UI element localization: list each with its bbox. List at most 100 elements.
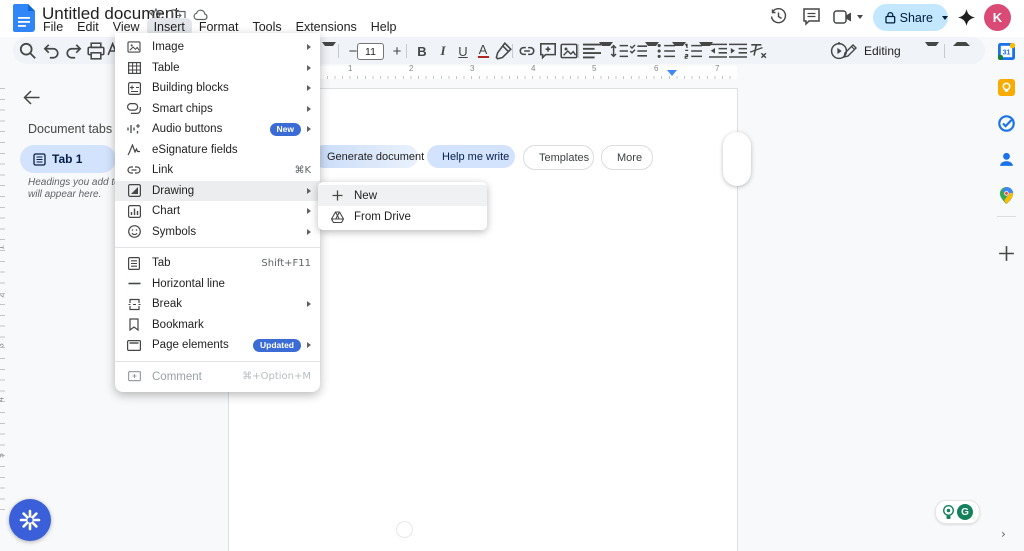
contacts-icon[interactable] [998, 151, 1015, 168]
insert-image-icon[interactable] [560, 42, 578, 60]
add-comment-icon[interactable] [539, 42, 557, 60]
google-docs-app: Untitled document File Edit View Insert … [0, 0, 1024, 551]
grammarly-widget[interactable]: G [935, 500, 980, 524]
sidebar-item-tab1[interactable]: Tab 1 [20, 145, 116, 173]
share-dropdown-caret[interactable] [942, 15, 948, 20]
maps-icon[interactable] [998, 187, 1015, 204]
explore-icon[interactable] [396, 521, 413, 538]
toolbar-divider [578, 44, 579, 58]
indent-marker[interactable] [667, 70, 677, 76]
menu-item-audio-buttons[interactable]: Audio buttons New [115, 119, 320, 140]
font-size-increase[interactable]: + [388, 42, 406, 60]
menu-item-smart-chips[interactable]: Smart chips [115, 99, 320, 120]
calendar-icon[interactable]: 31 [998, 43, 1015, 60]
menu-item-building-blocks[interactable]: Building blocks [115, 78, 320, 99]
side-panel-expand-chevron[interactable]: › [1001, 527, 1006, 541]
print-icon[interactable] [87, 42, 105, 60]
keep-icon[interactable] [998, 79, 1015, 96]
smart-chips-icon [127, 102, 141, 116]
generate-document-chip[interactable]: Generate document [312, 145, 424, 168]
ruler-number: 7 [715, 64, 720, 73]
submenu-item-from-drive[interactable]: From Drive [318, 206, 487, 227]
docs-logo-icon[interactable] [13, 4, 35, 32]
menu-item-link[interactable]: Link ⌘K [115, 160, 320, 181]
back-arrow-icon[interactable] [23, 90, 40, 105]
submenu-arrow [307, 342, 311, 349]
decrease-indent-icon[interactable] [709, 42, 727, 60]
meet-video-icon[interactable] [833, 10, 852, 24]
shortcut: Shift+F11 [261, 257, 311, 269]
menu-item-comment[interactable]: Comment ⌘+Option+M [115, 367, 320, 388]
symbols-icon [127, 225, 141, 239]
templates-chip[interactable]: Templates [523, 145, 594, 170]
menu-item-bookmark[interactable]: Bookmark [115, 315, 320, 336]
italic-button[interactable]: I [434, 42, 452, 60]
menu-help[interactable]: Help [364, 18, 404, 36]
pencil-icon [843, 44, 857, 58]
link-icon [127, 163, 141, 177]
hide-menus-chevron[interactable] [953, 42, 970, 46]
menu-item-break[interactable]: Break [115, 294, 320, 315]
insert-link-icon[interactable] [518, 42, 536, 60]
building-blocks-icon [127, 81, 141, 95]
meet-dropdown-caret[interactable] [857, 15, 863, 19]
highlight-icon[interactable] [494, 42, 512, 60]
ruler-number: 1 [0, 245, 6, 249]
menu-item-horizontal-line[interactable]: Horizontal line [115, 274, 320, 295]
help-me-write-chip[interactable]: Help me write [427, 145, 515, 168]
search-icon[interactable] [19, 42, 37, 60]
version-history-icon[interactable] [769, 7, 788, 26]
menu-item-esignature[interactable]: eSignature fields [115, 140, 320, 161]
get-addons-plus-icon[interactable] [998, 245, 1015, 262]
avatar[interactable]: K [984, 4, 1011, 31]
font-size-input[interactable]: 11 [357, 43, 384, 60]
text-color-button[interactable]: A [474, 42, 492, 60]
share-label: Share [899, 10, 933, 25]
chip-label: More [617, 151, 643, 164]
bold-button[interactable]: B [413, 42, 431, 60]
increase-indent-icon[interactable] [729, 42, 747, 60]
menu-item-symbols[interactable]: Symbols [115, 222, 320, 243]
toolbar-divider [338, 44, 339, 58]
submenu-arrow [307, 228, 311, 235]
submenu-arrow [307, 126, 311, 133]
drive-icon [330, 210, 344, 224]
tab-doc-icon [33, 152, 46, 166]
undo-icon[interactable] [42, 42, 60, 60]
menu-item-tab[interactable]: Tab Shift+F11 [115, 253, 320, 274]
suggestion-bulb-icon [943, 504, 954, 519]
comments-icon[interactable] [802, 7, 821, 26]
text-color-letter: A [478, 41, 488, 57]
ruler-number: 6 [654, 64, 659, 73]
paint-format-caret[interactable] [322, 42, 336, 46]
submenu-arrow [307, 44, 311, 51]
menu-item-chart[interactable]: Chart [115, 201, 320, 222]
editing-mode-caret[interactable] [925, 42, 939, 46]
toolbar-divider [406, 44, 407, 58]
svg-text:31: 31 [1003, 50, 1011, 57]
assistant-fab[interactable] [9, 499, 51, 541]
menu-divider [115, 360, 320, 362]
submenu-arrow [307, 208, 311, 215]
shortcut: ⌘K [294, 164, 311, 176]
tasks-icon[interactable] [998, 115, 1015, 132]
image-icon [127, 40, 141, 54]
gemini-star-icon[interactable] [958, 9, 975, 26]
more-chip[interactable]: More [601, 145, 653, 170]
menu-item-drawing[interactable]: Drawing [115, 180, 320, 201]
menu-item-page-elements[interactable]: Page elements Updated [115, 335, 320, 356]
ruler-number: 3 [470, 64, 475, 73]
menu-divider [115, 247, 320, 248]
menu-item-table[interactable]: Table [115, 58, 320, 79]
submenu-item-new[interactable]: New [318, 185, 487, 206]
share-button[interactable]: Share [873, 4, 948, 31]
menu-item-image[interactable]: Image [115, 37, 320, 58]
redo-icon[interactable] [65, 42, 83, 60]
menu-edit[interactable]: Edit [70, 18, 106, 36]
editing-mode-label: Editing [864, 44, 901, 58]
horizontal-line-icon [127, 277, 141, 291]
line-spacing-icon[interactable] [610, 42, 628, 60]
clear-formatting-icon[interactable] [749, 42, 767, 60]
menu-file[interactable]: File [36, 18, 70, 36]
underline-button[interactable]: U [454, 42, 472, 60]
